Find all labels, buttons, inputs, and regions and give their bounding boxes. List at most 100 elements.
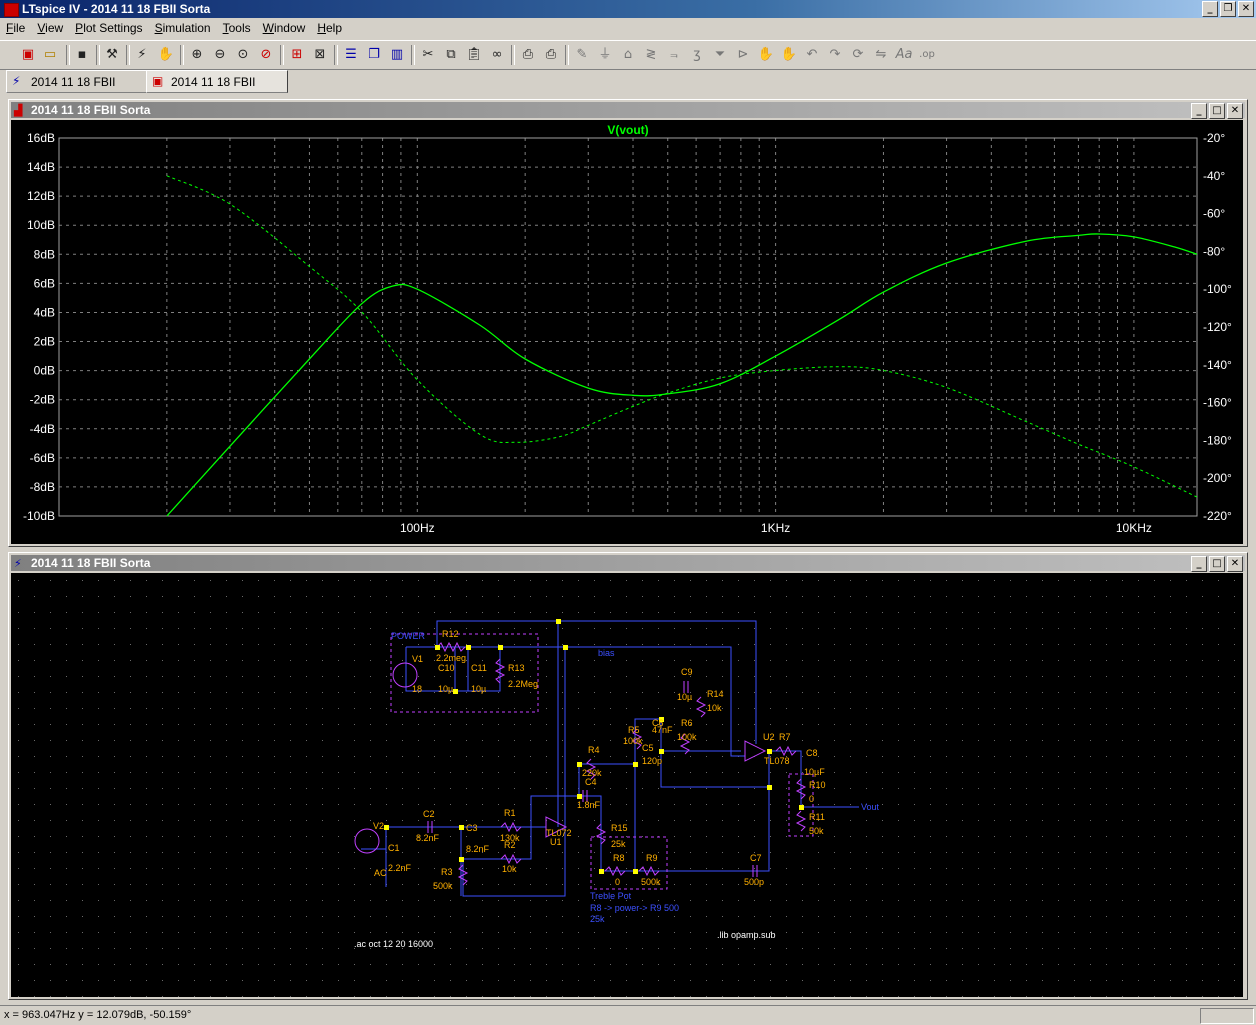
schematic-label-r5[interactable]: R5 (628, 725, 640, 735)
schematic-label-c10v[interactable]: 10µ (438, 684, 453, 694)
schematic-label-v1v[interactable]: 18 (412, 684, 422, 694)
menu-plot-settings[interactable]: Plot Settings (69, 21, 148, 35)
schematic-label-c7[interactable]: C7 (750, 853, 762, 863)
schematic-label-r10[interactable]: R10 (809, 780, 826, 790)
paste-icon[interactable]: 📋︎ (464, 45, 484, 65)
label-icon[interactable]: ⌂ (618, 45, 638, 65)
schematic-label-r6[interactable]: R6 (681, 718, 693, 728)
schematic-label-r7[interactable]: R7 (779, 732, 791, 742)
schematic-label-r14[interactable]: R14 (707, 689, 724, 699)
print-icon[interactable]: ⎙ (541, 45, 561, 65)
schematic-label-c3v[interactable]: 8.2nF (466, 844, 490, 854)
ground-icon[interactable]: ⏚ (595, 45, 615, 65)
schematic-label-v1[interactable]: V1 (412, 654, 423, 664)
schematic-label-c4[interactable]: C4 (585, 777, 597, 787)
restore-button[interactable]: ❐ (1220, 1, 1236, 17)
schematic-label-r11v[interactable]: 50k (809, 826, 824, 836)
schematic-label-r2[interactable]: R2 (504, 840, 516, 850)
resistor-icon[interactable]: ≷ (641, 45, 661, 65)
menu-view[interactable]: View (31, 21, 69, 35)
schematic-label-r11[interactable]: R11 (809, 812, 825, 822)
zoom-in-icon[interactable]: ⊕ (187, 45, 207, 65)
schematic-label-r6v[interactable]: 100k (677, 732, 697, 742)
minimize-button[interactable]: _ (1202, 1, 1218, 17)
schematic-label-ac_dir[interactable]: .ac oct 12 20 16000 (354, 939, 433, 949)
schematic-label-ac[interactable]: AC (374, 868, 387, 878)
schematic-label-r3v[interactable]: 500k (433, 881, 453, 891)
schematic-label-r3[interactable]: R3 (441, 867, 453, 877)
schematic-label-r9[interactable]: R9 (646, 853, 658, 863)
schematic-label-tl2[interactable]: TL078 (764, 756, 790, 766)
zoom-out-icon[interactable]: ⊖ (210, 45, 230, 65)
magnitude-trace[interactable] (166, 233, 1198, 517)
menu-file[interactable]: File (0, 21, 31, 35)
save-icon[interactable]: ▪ (72, 45, 92, 65)
schematic-label-r13v[interactable]: 2.2Meg (508, 679, 538, 689)
diode-icon[interactable]: ⏷ (710, 45, 730, 65)
find-icon[interactable]: ∞ (487, 45, 507, 65)
open-icon[interactable]: ▭ (40, 45, 60, 65)
schematic-label-r12v[interactable]: 2.2meg (436, 653, 466, 663)
schematic-label-c7v[interactable]: 500p (744, 877, 764, 887)
schematic-label-c9v[interactable]: 10µ (677, 692, 692, 702)
mirror-icon[interactable]: ⇋ (871, 45, 891, 65)
schematic-label-c10[interactable]: C10 (438, 663, 455, 673)
schematic-drawing[interactable]: POWER R122.2megV118C1010µC1110µR132.2Megb… (11, 573, 1243, 997)
cascade-icon[interactable]: ❐ (364, 45, 384, 65)
schematic-label-vout[interactable]: Vout (861, 802, 880, 812)
schem-minimize-button[interactable]: _ (1191, 556, 1207, 572)
schematic-label-r14v[interactable]: 10k (707, 703, 722, 713)
rotate-icon[interactable]: ⟳ (848, 45, 868, 65)
schematic-label-c2[interactable]: C2 (423, 809, 435, 819)
schematic-label-c5[interactable]: C5 (642, 743, 654, 753)
control-panel-icon[interactable]: ⚒ (102, 45, 122, 65)
cut-icon[interactable]: ✂ (418, 45, 438, 65)
tile-horizontal-icon[interactable]: ☰ (341, 45, 361, 65)
schematic-label-power[interactable]: POWER (391, 631, 426, 641)
menu-tools[interactable]: Tools (217, 21, 257, 35)
tab-waveform[interactable]: ▣ 2014 11 18 FBII Sorta (146, 70, 288, 111)
zoom-cancel-icon[interactable]: ⊘ (256, 45, 276, 65)
schematic-label-c11[interactable]: C11 (471, 663, 487, 673)
inductor-icon[interactable]: ʒ (687, 45, 707, 65)
schematic-label-c11v[interactable]: 10µ (471, 684, 486, 694)
schem-close-button[interactable]: ✕ (1227, 556, 1243, 572)
wire-icon[interactable]: ✎ (572, 45, 592, 65)
schematic-label-c9[interactable]: C9 (681, 667, 693, 677)
tile-vertical-icon[interactable]: ▥ (387, 45, 407, 65)
schematic-label-r10v[interactable]: 0 (809, 794, 814, 804)
schematic-label-r12[interactable]: R12 (442, 629, 459, 639)
schematic-label-c2v[interactable]: 8.2nF (416, 833, 440, 843)
zoom-fit-icon[interactable]: ⊙ (233, 45, 253, 65)
print-setup-icon[interactable]: ⎙ (518, 45, 538, 65)
schematic-label-tl1[interactable]: TL072 (546, 828, 572, 838)
schematic-label-r9v[interactable]: 500k (641, 877, 661, 887)
halt-icon[interactable]: ✋ (156, 45, 176, 65)
component-icon[interactable]: ⊳ (733, 45, 753, 65)
tab-schematic[interactable]: ⚡ 2014 11 18 FBII Sorta (6, 70, 152, 111)
schematic-label-u1[interactable]: U1 (550, 837, 562, 847)
waveform-plot-area[interactable]: V(vout) 16dB 14dB 12dB 10dB 8dB 6dB 4dB 2dB 0dB -… (11, 120, 1243, 544)
schematic-label-lib_dir[interactable]: .lib opamp.sub (717, 930, 776, 940)
schematic-label-v2[interactable]: V2 (373, 821, 384, 831)
schematic-label-u2[interactable]: U2 (763, 732, 775, 742)
schematic-canvas[interactable]: POWER R12 2.2meg V1 18 C10 10µ C11 10µ R13 2.2Meg b… (11, 573, 1243, 997)
schematic-label-r8v[interactable]: 0 (615, 877, 620, 887)
close-button[interactable]: ✕ (1238, 1, 1254, 17)
schem-maximize-button[interactable]: □ (1209, 556, 1225, 572)
plot-maximize-button[interactable]: □ (1209, 103, 1225, 119)
schematic-label-bias[interactable]: bias (598, 648, 615, 658)
schematic-label-treble3[interactable]: 25k (590, 914, 605, 924)
schematic-label-c8v[interactable]: 10µF (804, 767, 825, 777)
schematic-label-r8[interactable]: R8 (613, 853, 625, 863)
plot-minimize-button[interactable]: _ (1191, 103, 1207, 119)
schematic-label-c6v[interactable]: 47nF (652, 725, 673, 735)
trace-title[interactable]: V(vout) (607, 123, 648, 137)
schematic-label-r5v[interactable]: 100k (623, 736, 643, 746)
schematic-label-r15v[interactable]: 25k (611, 839, 626, 849)
run-icon[interactable]: ⚡ (132, 45, 152, 65)
capacitor-icon[interactable]: ⫬ (664, 45, 684, 65)
plot-close-button[interactable]: ✕ (1227, 103, 1243, 119)
menu-window[interactable]: Window (257, 21, 312, 35)
schematic-label-r2v[interactable]: 10k (502, 864, 517, 874)
